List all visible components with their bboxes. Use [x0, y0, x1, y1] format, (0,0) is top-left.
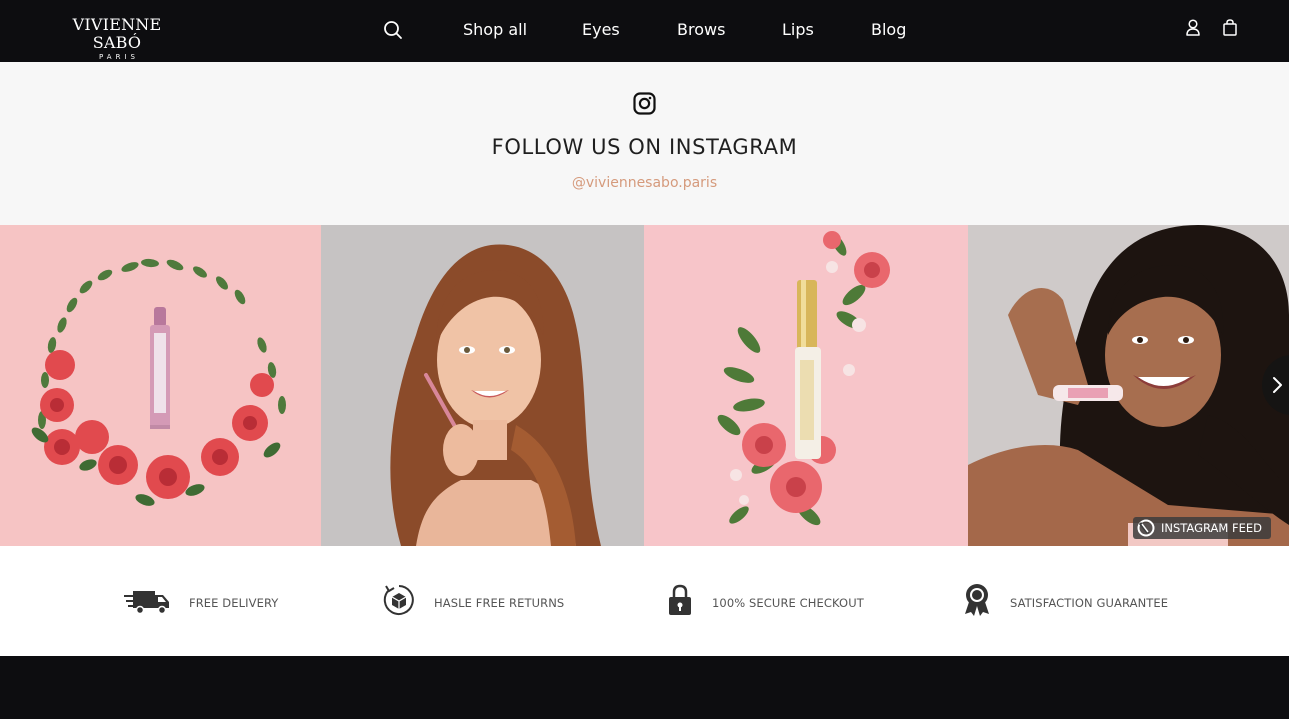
site-footer [0, 656, 1289, 719]
instagram-section: FOLLOW US ON INSTAGRAM @viviennesabo.par… [0, 62, 1289, 225]
instagram-post-1[interactable] [0, 225, 321, 546]
nav-shop-all[interactable]: Shop all [463, 19, 527, 41]
feature-label: SATISFACTION GUARANTEE [1010, 596, 1169, 610]
feature-label: 100% SECURE CHECKOUT [712, 596, 864, 610]
nav-eyes[interactable]: Eyes [582, 19, 620, 41]
award-ribbon-icon [963, 582, 993, 622]
chevron-right-icon [1273, 377, 1282, 393]
bag-icon[interactable] [1222, 18, 1238, 38]
returns-box-icon [383, 582, 415, 622]
instagram-title: FOLLOW US ON INSTAGRAM [491, 135, 798, 159]
instagram-feed-badge[interactable]: INSTAGRAM FEED [1133, 517, 1271, 539]
nav-blog[interactable]: Blog [871, 19, 906, 41]
instagram-feed-label: INSTAGRAM FEED [1161, 521, 1262, 535]
nav-brows[interactable]: Brows [677, 19, 725, 41]
instagram-handle-link[interactable]: @viviennesabo.paris [0, 174, 1289, 192]
instagram-post-2[interactable] [321, 225, 644, 546]
feature-label: FREE DELIVERY [189, 596, 279, 610]
user-icon[interactable] [1185, 18, 1201, 38]
features-bar: FREE DELIVERY HASLE FREE RETURNS 100% SE… [0, 546, 1289, 656]
instagram-feed-grid: INSTAGRAM FEED [0, 225, 1289, 546]
search-icon[interactable] [383, 20, 403, 40]
delivery-truck-icon [123, 582, 171, 622]
instagram-icon[interactable] [633, 92, 656, 115]
feature-label: HASLE FREE RETURNS [434, 596, 565, 610]
site-header: VIVIENNE SABÓ PARIS Shop all Eyes Brows … [0, 0, 1289, 62]
instagram-post-3[interactable] [644, 225, 968, 546]
brand-logo[interactable]: VIVIENNE SABÓ PARIS [62, 16, 172, 62]
nav-lips[interactable]: Lips [782, 19, 814, 41]
logo-tagline: PARIS [99, 53, 139, 61]
padlock-icon [668, 582, 694, 622]
carousel-next-button[interactable] [1262, 355, 1289, 415]
instagram-post-4[interactable] [968, 225, 1289, 546]
feed-logo-icon [1136, 519, 1156, 537]
logo-name: VIVIENNE SABÓ [72, 15, 162, 52]
